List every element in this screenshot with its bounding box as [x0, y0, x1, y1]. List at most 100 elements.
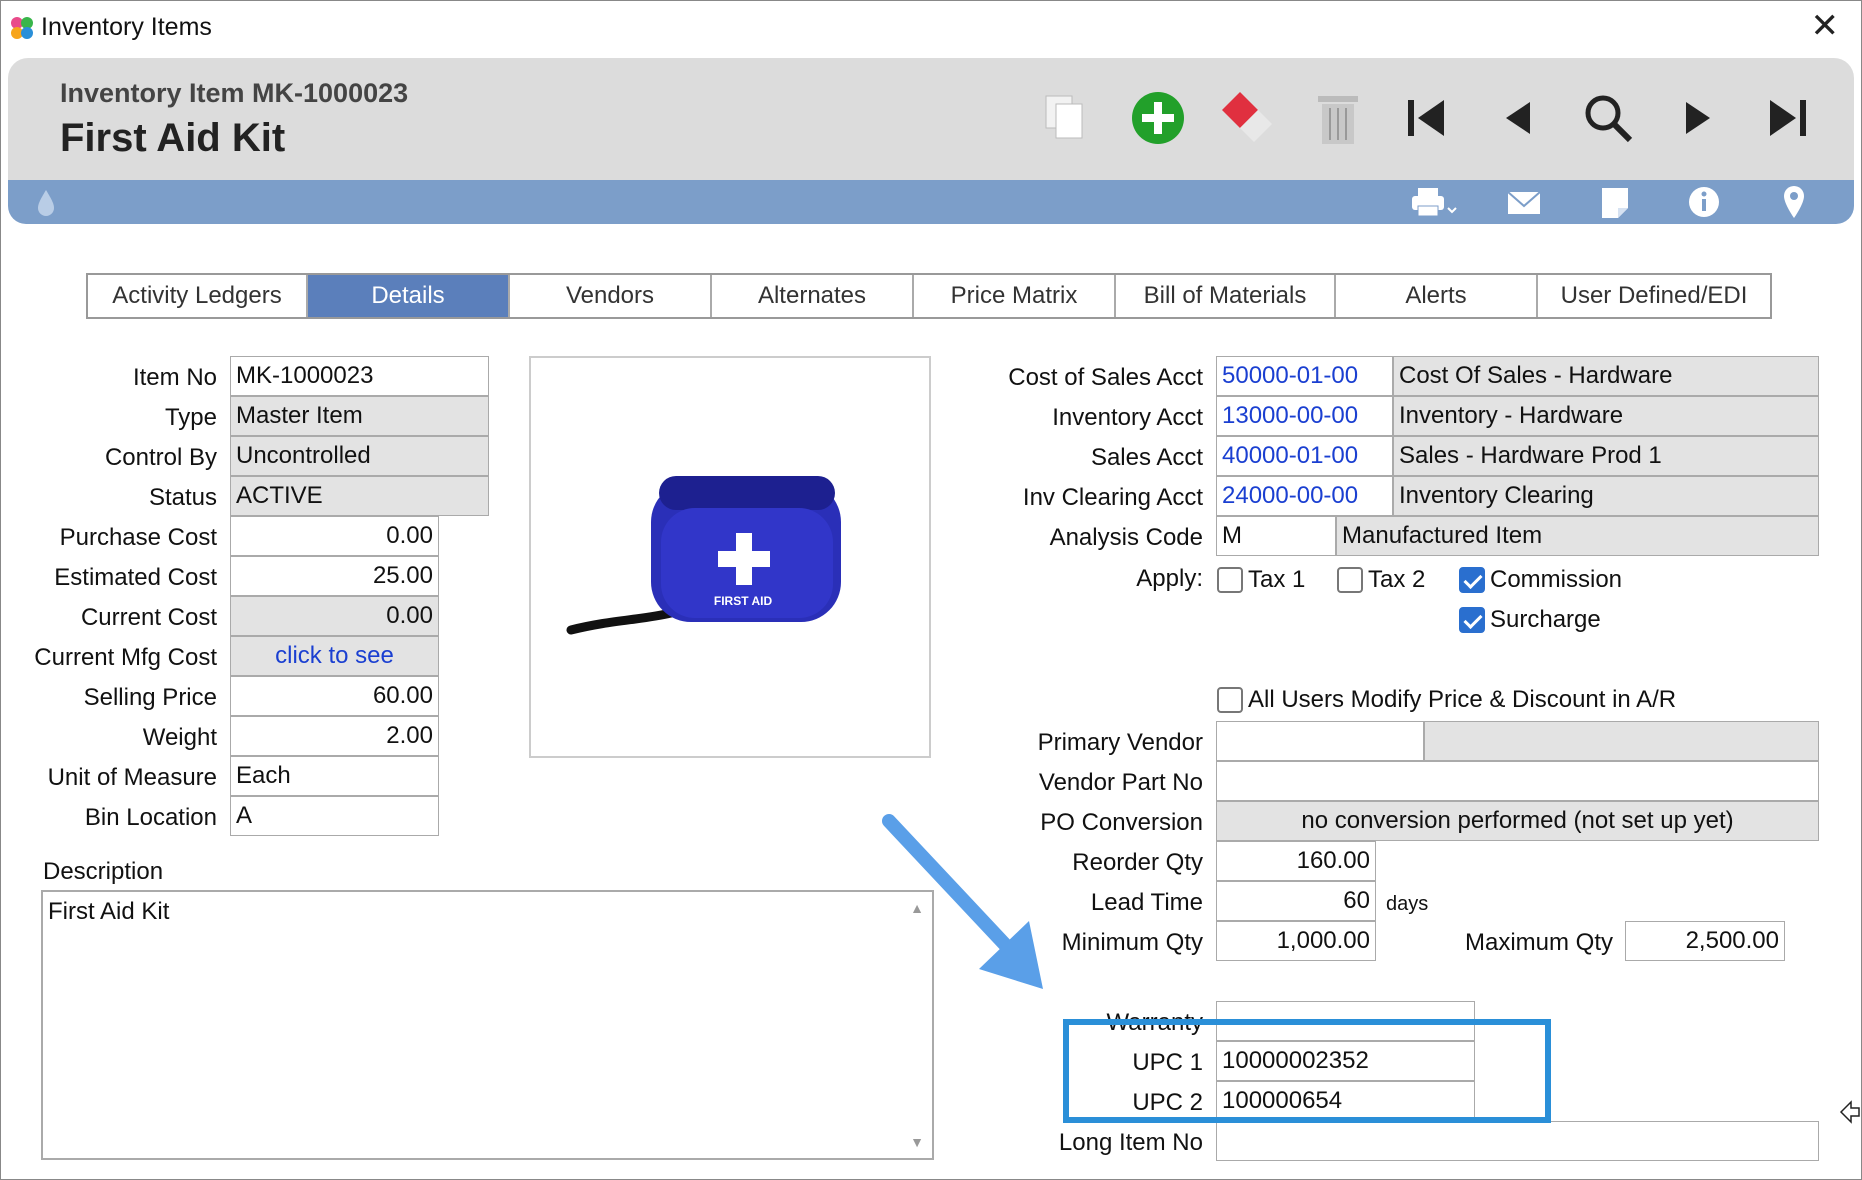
item-image[interactable]: FIRST AID	[529, 356, 931, 758]
inv-clearing-acct-name: Inventory Clearing	[1393, 476, 1819, 516]
status-field: ACTIVE	[230, 476, 489, 516]
maximum-qty-field[interactable]: 2,500.00	[1625, 921, 1785, 961]
tab-vendors[interactable]: Vendors	[510, 275, 712, 317]
email-icon[interactable]	[1504, 184, 1544, 220]
primary-vendor-field[interactable]	[1216, 721, 1424, 761]
lead-time-unit: days	[1386, 893, 1429, 915]
tab-user-defined-edi[interactable]: User Defined/EDI	[1538, 275, 1770, 317]
reorder-qty-label: Reorder Qty	[1072, 849, 1203, 876]
long-item-no-label: Long Item No	[1058, 1129, 1203, 1156]
item-no-label: Item No	[132, 364, 217, 391]
type-field: Master Item	[230, 396, 489, 436]
secondary-toolbar	[8, 180, 1854, 224]
callout-arrow-icon	[882, 814, 1043, 989]
tab-bar: Activity Ledgers Details Vendors Alterna…	[86, 273, 1772, 319]
vendor-part-no-field[interactable]	[1216, 761, 1819, 801]
primary-vendor-label: Primary Vendor	[1037, 729, 1203, 756]
inv-clearing-acct-label: Inv Clearing Acct	[1022, 484, 1203, 511]
lead-time-label: Lead Time	[1090, 889, 1203, 916]
close-icon[interactable]: ✕	[1811, 9, 1840, 43]
minimum-qty-label: Minimum Qty	[1061, 929, 1203, 956]
tab-activity-ledgers[interactable]: Activity Ledgers	[88, 275, 308, 317]
location-icon[interactable]	[1774, 184, 1814, 220]
tab-price-matrix[interactable]: Price Matrix	[914, 275, 1116, 317]
copy-icon[interactable]	[1038, 88, 1098, 148]
long-item-no-field[interactable]	[1216, 1121, 1819, 1161]
upc-highlight-box	[1063, 1019, 1551, 1123]
sales-acct-name: Sales - Hardware Prod 1	[1393, 436, 1819, 476]
note-icon[interactable]	[1594, 184, 1634, 220]
last-record-icon[interactable]	[1758, 88, 1818, 148]
cost-of-sales-acct-label: Cost of Sales Acct	[1008, 364, 1203, 391]
record-subtitle: Inventory Item MK-1000023	[60, 78, 409, 108]
search-icon[interactable]	[1578, 88, 1638, 148]
estimated-cost-label: Estimated Cost	[54, 564, 217, 591]
record-title: First Aid Kit	[60, 116, 286, 160]
control-by-field: Uncontrolled	[230, 436, 489, 476]
all-users-modify-label: All Users Modify Price & Discount in A/R	[1248, 686, 1677, 713]
minimum-qty-field[interactable]: 1,000.00	[1216, 921, 1376, 961]
selling-price-label: Selling Price	[83, 684, 217, 711]
title-bar: Inventory Items ✕	[1, 1, 1861, 53]
description-label: Description	[43, 858, 164, 885]
window-title: Inventory Items	[41, 13, 212, 41]
tab-alternates[interactable]: Alternates	[712, 275, 914, 317]
tab-alerts[interactable]: Alerts	[1336, 275, 1538, 317]
description-textarea[interactable]: First Aid Kit ▲ ▼	[41, 890, 934, 1160]
tax2-checkbox[interactable]	[1337, 567, 1363, 593]
unit-of-measure-field[interactable]: Each	[230, 756, 439, 796]
erase-icon[interactable]	[1216, 88, 1276, 148]
tab-bill-of-materials[interactable]: Bill of Materials	[1116, 275, 1336, 317]
print-icon[interactable]	[1408, 184, 1458, 220]
reorder-qty-field[interactable]: 160.00	[1216, 841, 1376, 881]
tax1-label: Tax 1	[1248, 566, 1306, 593]
delete-icon[interactable]	[1308, 88, 1368, 148]
lead-time-field[interactable]: 60	[1216, 881, 1376, 921]
info-icon[interactable]	[1684, 184, 1724, 220]
next-record-icon[interactable]	[1668, 88, 1728, 148]
inventory-acct-field[interactable]: 13000-00-00	[1216, 396, 1393, 436]
commission-checkbox[interactable]	[1459, 567, 1485, 593]
maximum-qty-label: Maximum Qty	[1464, 929, 1613, 956]
add-icon[interactable]	[1128, 88, 1188, 148]
description-text: First Aid Kit	[48, 898, 170, 925]
current-mfg-cost-label: Current Mfg Cost	[34, 644, 217, 671]
tax1-checkbox[interactable]	[1217, 567, 1243, 593]
all-users-modify-checkbox[interactable]	[1217, 687, 1243, 713]
purchase-cost-field[interactable]: 0.00	[230, 516, 439, 556]
bin-location-field[interactable]: A	[230, 796, 439, 836]
sales-acct-field[interactable]: 40000-01-00	[1216, 436, 1393, 476]
inv-clearing-acct-field[interactable]: 24000-00-00	[1216, 476, 1393, 516]
analysis-code-label: Analysis Code	[1049, 524, 1203, 551]
current-mfg-cost-link[interactable]: click to see	[230, 636, 439, 676]
inventory-acct-label: Inventory Acct	[1052, 404, 1203, 431]
sales-acct-label: Sales Acct	[1090, 444, 1203, 471]
estimated-cost-field[interactable]: 25.00	[230, 556, 439, 596]
analysis-code-field[interactable]: M	[1216, 516, 1336, 556]
bin-location-label: Bin Location	[84, 804, 217, 831]
cost-of-sales-acct-name: Cost Of Sales - Hardware	[1393, 356, 1819, 396]
inventory-acct-name: Inventory - Hardware	[1393, 396, 1819, 436]
unit-of-measure-label: Unit of Measure	[47, 764, 217, 791]
apply-label: Apply:	[1136, 565, 1203, 592]
current-cost-field: 0.00	[230, 596, 439, 636]
resize-cursor-icon	[1839, 1100, 1860, 1124]
drop-icon[interactable]	[26, 184, 66, 220]
tax2-label: Tax 2	[1368, 566, 1426, 593]
item-no-field[interactable]: MK-1000023	[230, 356, 489, 396]
surcharge-checkbox[interactable]	[1459, 607, 1485, 633]
weight-field[interactable]: 2.00	[230, 716, 439, 756]
cost-of-sales-acct-field[interactable]: 50000-01-00	[1216, 356, 1393, 396]
current-cost-label: Current Cost	[80, 604, 217, 631]
po-conversion-field: no conversion performed (not set up yet)	[1216, 801, 1819, 841]
app-logo-icon	[11, 17, 33, 39]
primary-vendor-name	[1424, 721, 1819, 761]
previous-record-icon[interactable]	[1488, 88, 1548, 148]
status-label: Status	[148, 484, 217, 511]
analysis-code-name: Manufactured Item	[1336, 516, 1819, 556]
control-by-label: Control By	[104, 444, 217, 471]
selling-price-field[interactable]: 60.00	[230, 676, 439, 716]
scroll-down-icon[interactable]: ▼	[910, 1134, 924, 1150]
first-record-icon[interactable]	[1398, 88, 1458, 148]
tab-details[interactable]: Details	[308, 275, 510, 317]
